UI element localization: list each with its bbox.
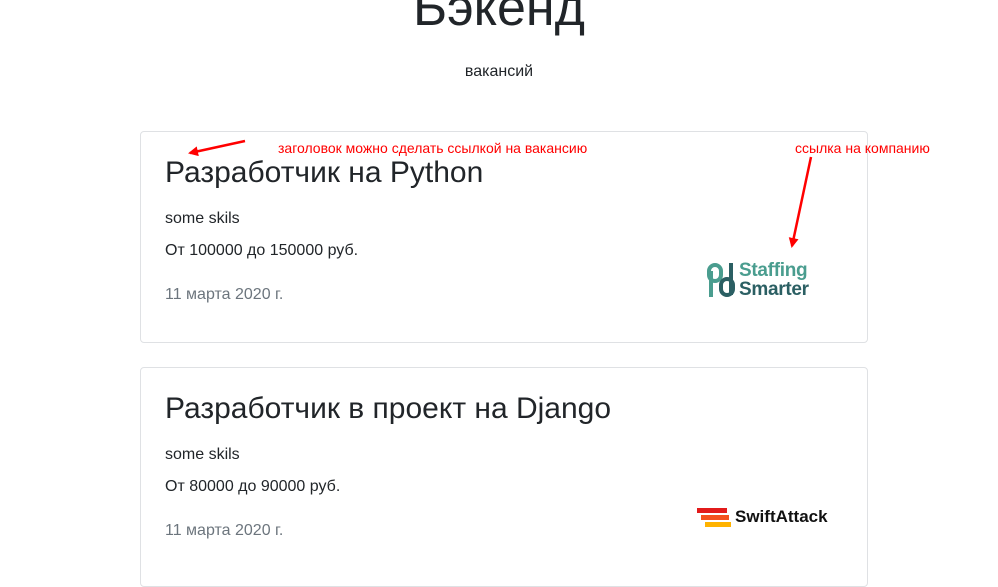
annotation-title-note: заголовок можно сделать ссылкой на вакан… xyxy=(278,140,588,156)
company-logo-link[interactable]: SwiftAttack xyxy=(697,505,829,531)
vacancy-salary: От 80000 до 90000 руб. xyxy=(165,478,341,495)
vacancy-title[interactable]: Разработчик в проект на Django xyxy=(165,391,611,427)
vacancy-card: Разработчик в проект на Django some skil… xyxy=(140,367,868,587)
page-title: Бэкенд xyxy=(413,0,585,37)
logo-line-2: Smarter xyxy=(739,279,809,300)
annotation-company-note: ссылка на компанию xyxy=(795,140,930,156)
pd-monogram-icon xyxy=(707,263,735,297)
vacancy-date: 11 марта 2020 г. xyxy=(165,286,284,303)
page-subtitle: вакансий xyxy=(464,63,534,80)
company-logo-text: Staffing Smarter xyxy=(739,261,809,299)
vacancy-card: Разработчик на Python some skils От 1000… xyxy=(140,131,868,343)
vacancy-date: 11 марта 2020 г. xyxy=(165,522,284,539)
company-logo-text: SwiftAttack xyxy=(735,507,828,526)
vacancy-title[interactable]: Разработчик на Python xyxy=(165,155,483,191)
vacancy-skills: some skils xyxy=(165,210,240,227)
company-logo-link[interactable]: Staffing Smarter xyxy=(707,261,819,303)
vacancy-skills: some skils xyxy=(165,446,240,463)
speed-stripes-icon xyxy=(697,508,731,527)
vacancy-salary: От 100000 до 150000 руб. xyxy=(165,242,359,259)
logo-line-1: Staffing xyxy=(739,260,808,281)
